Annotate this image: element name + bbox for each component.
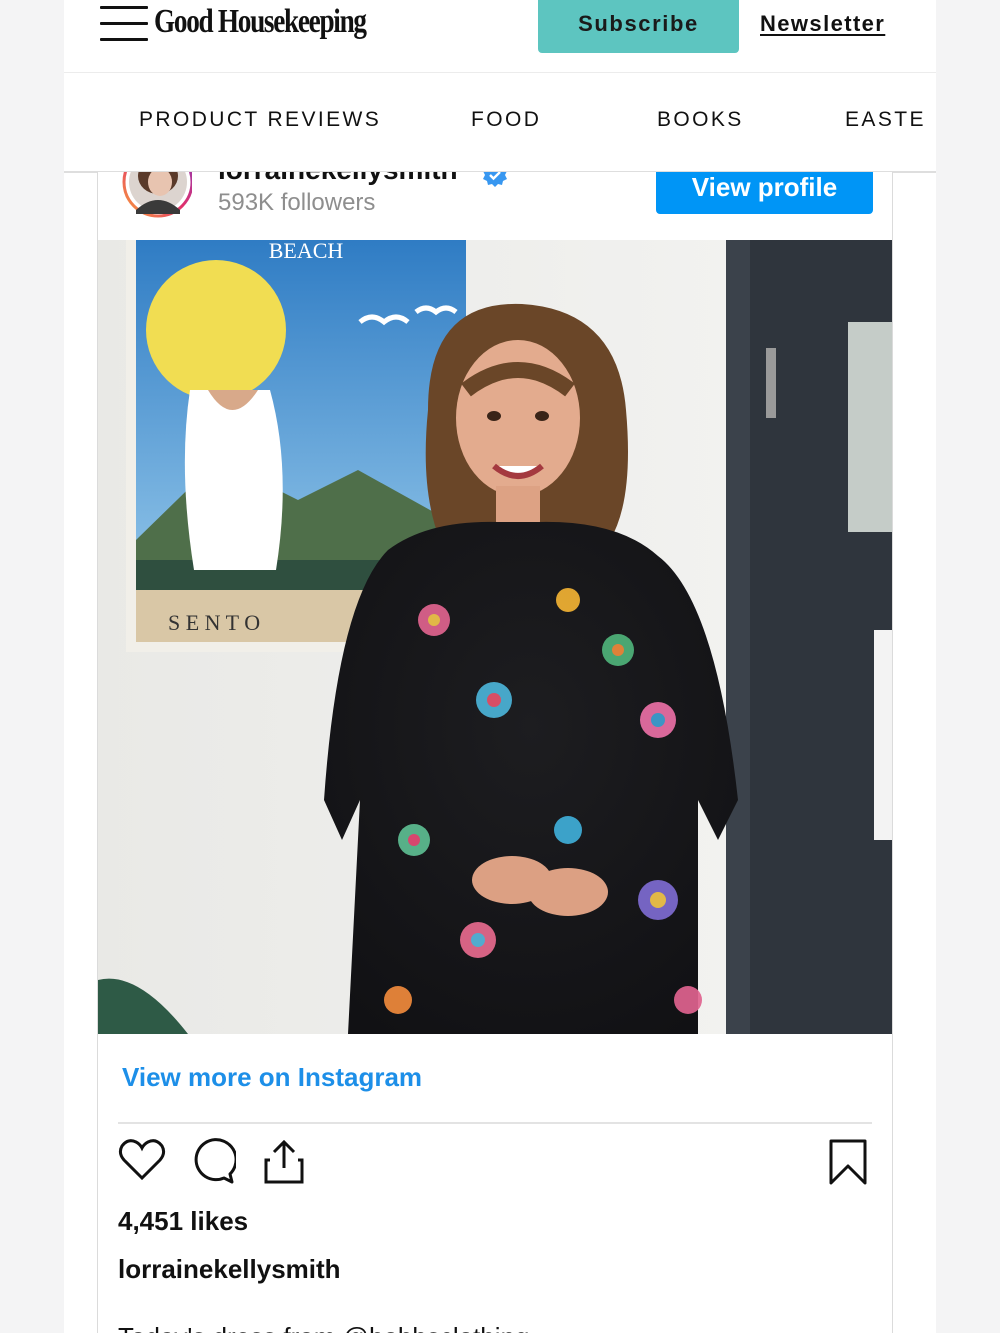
verified-badge-icon — [483, 172, 507, 187]
article-page: Good Housekeeping Subscribe Newsletter P… — [64, 0, 936, 1333]
site-logo[interactable]: Good Housekeeping — [154, 0, 367, 46]
subscribe-button[interactable]: Subscribe — [538, 0, 739, 53]
view-profile-button[interactable]: View profile — [656, 172, 873, 214]
divider — [118, 1122, 872, 1124]
poster-caption: S E N T O — [168, 610, 260, 635]
follower-count: 593K followers — [218, 189, 376, 216]
caption-username[interactable]: lorrainekellysmith — [118, 1254, 341, 1285]
nav-item-product-reviews[interactable]: PRODUCT REVIEWS — [139, 73, 381, 167]
profile-avatar[interactable] — [122, 172, 192, 220]
like-count: 4,451 likes — [118, 1206, 249, 1236]
nav-item-food[interactable]: FOOD — [471, 73, 541, 167]
embed-header: lorrainekellysmith 593K followers View p… — [98, 172, 892, 240]
instagram-photo[interactable]: BEACH S E N T O — [98, 240, 892, 1034]
site-header: Good Housekeeping Subscribe Newsletter — [64, 0, 936, 73]
nav-item-easter[interactable]: EASTE — [845, 73, 926, 167]
heart-icon[interactable] — [118, 1138, 166, 1182]
poster-title: BEACH — [269, 240, 344, 263]
share-icon[interactable] — [262, 1138, 306, 1186]
newsletter-link[interactable]: Newsletter — [760, 0, 885, 47]
caption-text: Today's dress from @hobbsclothing — [118, 1322, 529, 1333]
comment-icon[interactable] — [190, 1138, 236, 1184]
menu-icon[interactable] — [100, 4, 148, 44]
embed-username[interactable]: lorrainekellysmith — [218, 172, 458, 186]
section-nav: PRODUCT REVIEWS FOOD BOOKS EASTE — [64, 73, 936, 173]
view-more-link[interactable]: View more on Instagram — [122, 1062, 422, 1093]
instagram-embed: lorrainekellysmith 593K followers View p… — [97, 172, 893, 1333]
nav-item-books[interactable]: BOOKS — [657, 73, 744, 167]
bookmark-icon[interactable] — [828, 1138, 868, 1186]
